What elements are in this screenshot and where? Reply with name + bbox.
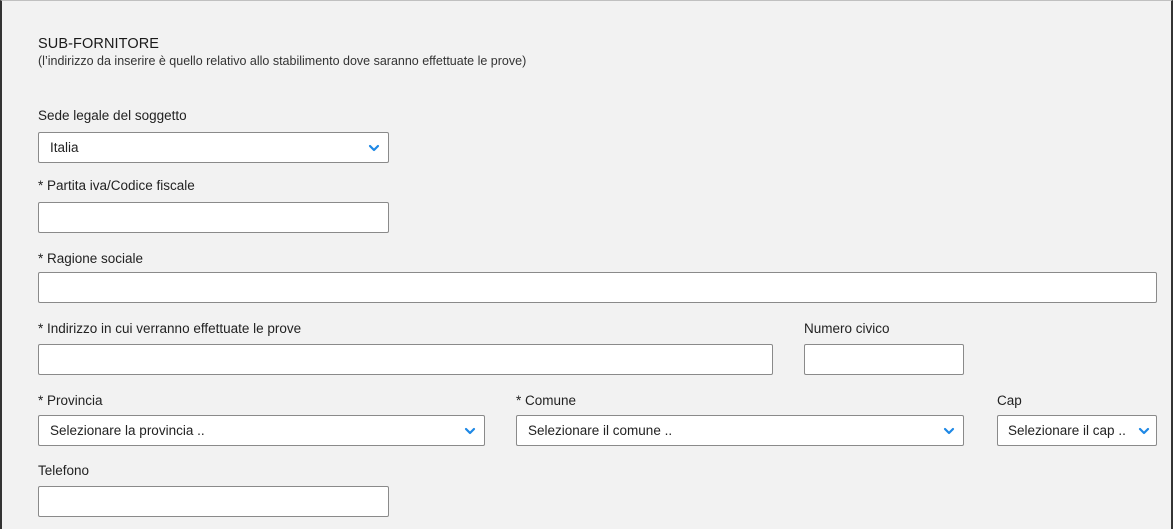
comune-label: * Comune (516, 393, 577, 408)
sede-legale-label: Sede legale del soggetto (38, 108, 187, 123)
chevron-down-icon (943, 427, 955, 435)
provincia-value: Selezionare la provincia .. (50, 423, 205, 438)
cap-select[interactable]: Selezionare il cap .. (997, 415, 1157, 446)
chevron-down-icon (368, 144, 380, 152)
partita-iva-input[interactable] (38, 202, 389, 233)
provincia-label: * Provincia (38, 393, 103, 408)
indirizzo-label: * Indirizzo in cui verranno effettuate l… (38, 321, 302, 336)
partita-iva-label: * Partita iva/Codice fiscale (38, 178, 195, 193)
comune-select[interactable]: Selezionare il comune .. (516, 415, 964, 446)
section-subtitle: (l’indirizzo da inserire è quello relati… (38, 54, 527, 68)
comune-value: Selezionare il comune .. (528, 423, 673, 438)
provincia-select[interactable]: Selezionare la provincia .. (38, 415, 485, 446)
sub-fornitore-form-panel: SUB-FORNITORE (l’indirizzo da inserire è… (0, 0, 1173, 529)
ragione-sociale-input[interactable] (38, 272, 1157, 303)
indirizzo-input[interactable] (38, 344, 773, 375)
numero-civico-input[interactable] (804, 344, 964, 375)
telefono-label: Telefono (38, 463, 90, 478)
sede-legale-value: Italia (50, 140, 79, 155)
chevron-down-icon (464, 427, 476, 435)
sede-legale-select[interactable]: Italia (38, 132, 389, 163)
cap-label: Cap (997, 393, 1022, 408)
chevron-down-icon (1138, 427, 1150, 435)
section-title: SUB-FORNITORE (38, 36, 160, 52)
telefono-input[interactable] (38, 486, 389, 517)
cap-value: Selezionare il cap .. (1008, 423, 1126, 438)
numero-civico-label: Numero civico (804, 321, 890, 336)
ragione-sociale-label: * Ragione sociale (38, 251, 144, 266)
